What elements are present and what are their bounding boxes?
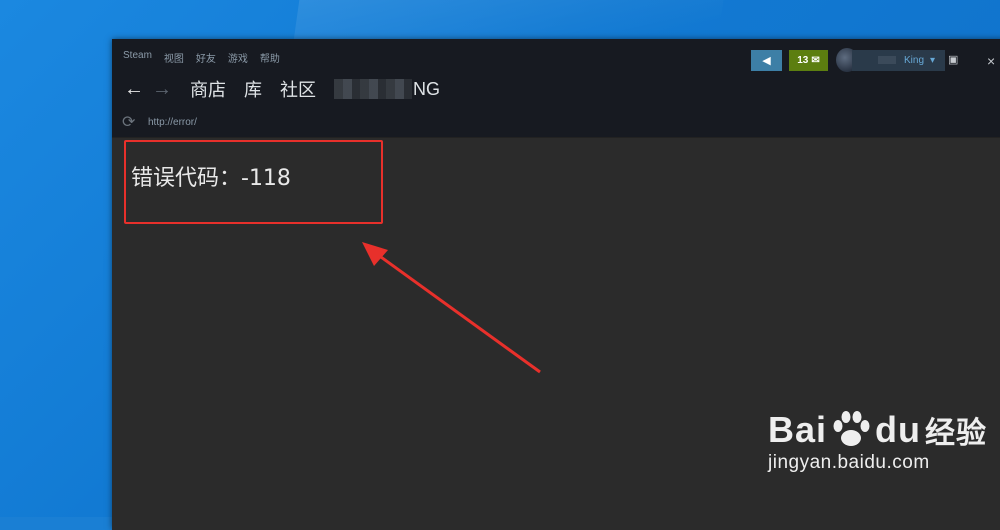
menu-item-games[interactable]: 游戏: [228, 50, 248, 65]
blurred-account-name: [878, 56, 896, 64]
url-bar: ⟳ http://error/: [122, 112, 197, 132]
reload-icon[interactable]: ⟳: [122, 112, 140, 132]
forward-arrow-icon[interactable]: →: [150, 75, 174, 103]
megaphone-icon: ◀: [762, 54, 771, 67]
blurred-username: [334, 79, 412, 99]
messages-button[interactable]: 13 ✉: [789, 49, 828, 71]
menu-item-steam[interactable]: Steam: [123, 50, 152, 65]
close-icon[interactable]: ×: [987, 53, 995, 69]
right-toolbar: ◀ 13 ✉ King ▾: [751, 48, 946, 72]
nav-link-library[interactable]: 库: [244, 76, 262, 102]
envelope-icon: ✉: [811, 54, 820, 66]
message-count: 13: [797, 54, 809, 66]
menu-item-help[interactable]: 帮助: [260, 50, 280, 65]
watermark-url: jingyan.baidu.com: [768, 452, 930, 473]
menu-item-friends[interactable]: 好友: [196, 50, 216, 65]
watermark-brand-prefix: Bai: [768, 409, 828, 450]
profile-name-tail: NG: [413, 78, 440, 99]
chevron-down-icon: ▾: [930, 54, 936, 66]
watermark-logo: Bai du 经验: [768, 408, 987, 452]
account-menu-button[interactable]: King ▾: [852, 49, 946, 71]
title-bar: Steam 视图 好友 游戏 帮助 ← → 商店 库 社区 NG ⟳ http:…: [112, 39, 1000, 137]
nav-links: 商店 库 社区: [190, 76, 316, 102]
paw-icon: [833, 411, 870, 446]
account-name: King: [904, 54, 925, 66]
watermark-brand-suffix: du: [875, 409, 922, 450]
nav-link-profile[interactable]: NG: [334, 79, 440, 100]
nav-link-store[interactable]: 商店: [190, 76, 226, 102]
announcement-button[interactable]: ◀: [751, 49, 782, 71]
url-text: http://error/: [148, 116, 197, 128]
watermark-brand-cn: 经验: [925, 417, 988, 450]
menu-bar: Steam 视图 好友 游戏 帮助: [123, 50, 280, 65]
baidu-watermark: Bai du 经验 jingyan.baidu.com: [768, 408, 987, 474]
nav-link-community[interactable]: 社区: [280, 76, 316, 102]
restore-window-icon[interactable]: ▣: [948, 53, 964, 66]
back-arrow-icon[interactable]: ←: [122, 75, 146, 103]
menu-item-view[interactable]: 视图: [164, 50, 184, 65]
highlight-box: [124, 140, 383, 224]
navigation-bar: ← → 商店 库 社区 NG: [122, 75, 440, 103]
